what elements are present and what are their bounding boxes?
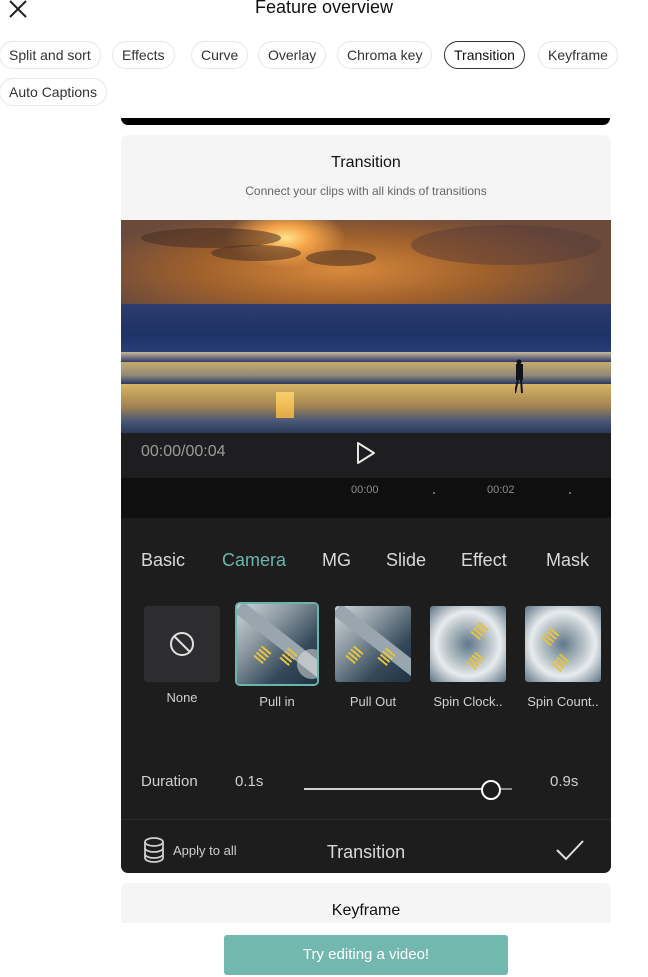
panel-title: Transition: [326, 842, 406, 862]
ruler-tick-dot: [433, 492, 435, 494]
beach: [121, 384, 611, 433]
tab-mask[interactable]: Mask: [546, 550, 589, 571]
playback-time: 00:00/00:04: [141, 443, 226, 460]
spin-image: [525, 606, 601, 682]
ruler-tick-dot: [569, 492, 571, 494]
transition-panel: Basic Camera MG Slide Effect Mask None P…: [121, 518, 611, 873]
video-preview: [121, 220, 611, 433]
slider-fill: [304, 788, 492, 790]
transition-spin-clockwise[interactable]: Spin Clock..: [428, 606, 508, 709]
chip-overlay[interactable]: Overlay: [258, 41, 327, 69]
previous-card-bottom: [121, 118, 610, 125]
duration-slider[interactable]: [304, 780, 512, 800]
chip-chroma-key[interactable]: Chroma key: [337, 41, 433, 69]
tab-mg[interactable]: MG: [322, 550, 351, 571]
feature-card-transition: Transition Connect your clips with all k…: [121, 135, 611, 873]
none-icon: [170, 632, 194, 656]
transition-label: Spin Count..: [527, 694, 599, 709]
check-icon[interactable]: [555, 838, 585, 862]
transition-category-tabs: Basic Camera MG Slide Effect Mask: [121, 550, 611, 574]
pull-in-thumbnail: [235, 602, 319, 686]
spin-clockwise-thumbnail: [430, 606, 506, 682]
transition-spin-counterclockwise[interactable]: Spin Count..: [523, 606, 603, 709]
chip-transition[interactable]: Transition: [444, 41, 525, 69]
tab-effect[interactable]: Effect: [461, 550, 507, 571]
card-subtitle: Connect your clips with all kinds of tra…: [245, 184, 487, 198]
tab-slide[interactable]: Slide: [386, 550, 426, 571]
tab-basic[interactable]: Basic: [141, 550, 185, 571]
duration-min: 0.1s: [235, 773, 264, 790]
slider-thumb[interactable]: [481, 780, 502, 800]
transition-label: Spin Clock..: [433, 694, 503, 709]
sea: [121, 304, 611, 354]
transition-pull-out[interactable]: Pull Out: [333, 606, 413, 709]
timeline-ruler: 00:00 00:02: [121, 478, 611, 518]
play-icon[interactable]: [355, 441, 377, 465]
sun-reflection: [276, 392, 294, 418]
feature-card-keyframe: Keyframe: [121, 883, 611, 923]
page-title: Feature overview: [254, 0, 394, 17]
transition-label: Pull Out: [349, 694, 397, 709]
chip-keyframe[interactable]: Keyframe: [538, 41, 618, 69]
try-editing-button[interactable]: Try editing a video!: [224, 935, 508, 975]
wave: [121, 352, 611, 362]
spin-image: [430, 606, 506, 682]
chip-curve[interactable]: Curve: [191, 41, 249, 69]
transition-label: Pull in: [259, 694, 295, 709]
ruler-tick-label: 00:02: [487, 484, 515, 496]
none-thumbnail: [144, 606, 220, 682]
chip-effects[interactable]: Effects: [112, 41, 175, 69]
cloud: [411, 225, 601, 265]
spin-counterclockwise-thumbnail: [525, 606, 601, 682]
cloud: [211, 245, 301, 261]
card-title: Transition: [331, 154, 401, 171]
duration-max: 0.9s: [550, 773, 579, 790]
wave: [121, 362, 611, 384]
transition-label: None: [166, 690, 198, 705]
chip-split-and-sort[interactable]: Split and sort: [0, 41, 101, 69]
ruler-tick-label: 00:00: [351, 484, 379, 496]
tab-camera[interactable]: Camera: [222, 550, 286, 571]
player-bar: 00:00/00:04: [121, 433, 611, 478]
divider: [121, 819, 611, 820]
transition-none[interactable]: None: [142, 606, 222, 705]
duration-label: Duration: [141, 773, 198, 790]
pull-out-thumbnail: [335, 606, 411, 682]
person-silhouette: [515, 359, 523, 394]
next-card-title: Keyframe: [331, 902, 401, 919]
chip-auto-captions[interactable]: Auto Captions: [0, 78, 107, 106]
cloud: [306, 250, 376, 266]
transition-pull-in[interactable]: Pull in: [235, 602, 319, 709]
